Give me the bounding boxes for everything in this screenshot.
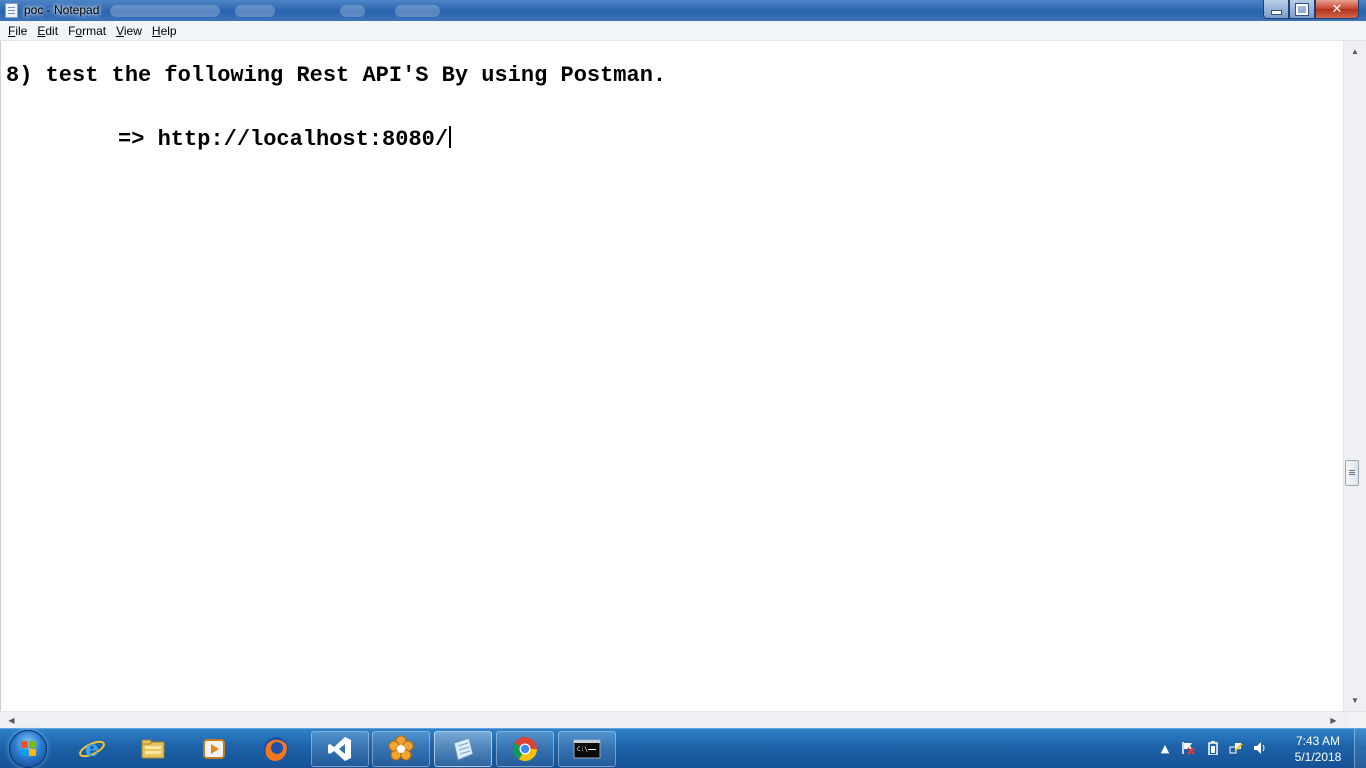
restore-button[interactable] <box>1289 0 1315 19</box>
scroll-down-arrow-icon[interactable]: ▼ <box>1344 692 1366 709</box>
taskbar-media-player[interactable] <box>185 731 243 767</box>
clock-time: 7:43 AM <box>1295 734 1341 748</box>
background-window-ghost <box>235 5 275 17</box>
taskbar: e C:\ ▲ 7:43 AM 5/1/2018 <box>0 728 1366 768</box>
taskbar-snipping-flower-app[interactable] <box>372 731 430 767</box>
background-window-ghost <box>340 5 365 17</box>
start-button[interactable] <box>9 730 47 768</box>
menu-format[interactable]: Format <box>63 22 111 40</box>
taskbar-visual-studio-code[interactable] <box>311 731 369 767</box>
menu-edit[interactable]: Edit <box>32 22 63 40</box>
notepad-icon[interactable] <box>5 3 18 18</box>
taskbar-command-prompt[interactable]: C:\ <box>558 731 616 767</box>
taskbar-internet-explorer[interactable]: e <box>63 731 121 767</box>
text-editor-area[interactable]: 8) test the following Rest API'S By usin… <box>0 41 1346 711</box>
text-caret <box>449 126 452 148</box>
command-prompt-icon: C:\ <box>573 739 601 759</box>
action-center-flag-icon[interactable] <box>1181 741 1195 755</box>
size-grip[interactable] <box>1349 712 1366 728</box>
scroll-right-arrow-icon[interactable]: ▶ <box>1325 712 1342 728</box>
firefox-icon <box>264 737 288 761</box>
menu-bar: File Edit Format View Help <box>0 21 1366 41</box>
volume-icon[interactable] <box>1253 741 1267 755</box>
taskbar-clock[interactable]: 7:43 AM 5/1/2018 <box>1288 733 1348 765</box>
taskbar-file-explorer[interactable] <box>124 731 182 767</box>
text-line: => http://localhost:8080/ <box>118 126 452 153</box>
snipping-flower-icon <box>388 735 414 761</box>
taskbar-chrome[interactable] <box>496 731 554 767</box>
file-explorer-icon <box>141 739 165 759</box>
show-hidden-icons-icon[interactable]: ▲ <box>1158 741 1172 755</box>
windows-logo-icon <box>21 741 37 757</box>
menu-file[interactable]: File <box>3 22 32 40</box>
window-controls: ✕ <box>1263 0 1359 19</box>
internet-explorer-icon: e <box>79 736 105 762</box>
show-desktop-button[interactable] <box>1354 729 1366 768</box>
text-line: 8) test the following Rest API'S By usin… <box>6 63 667 88</box>
taskbar-firefox[interactable] <box>247 731 305 767</box>
background-window-ghost <box>395 5 440 17</box>
chrome-icon <box>512 737 537 762</box>
menu-help[interactable]: Help <box>147 22 182 40</box>
network-icon[interactable] <box>1229 741 1243 755</box>
battery-icon[interactable] <box>1206 741 1220 755</box>
minimize-button[interactable] <box>1263 0 1289 19</box>
vertical-scrollbar[interactable]: ▲ ▼ <box>1343 41 1366 711</box>
menu-view[interactable]: View <box>111 22 147 40</box>
vertical-scroll-thumb[interactable] <box>1345 460 1359 486</box>
notepad-icon <box>453 737 474 761</box>
title-bar[interactable]: poc - Notepad ✕ <box>0 0 1366 21</box>
media-player-icon <box>203 739 225 759</box>
scroll-left-arrow-icon[interactable]: ◀ <box>3 712 20 728</box>
scroll-up-arrow-icon[interactable]: ▲ <box>1344 43 1366 60</box>
window-title: poc - Notepad <box>24 3 100 17</box>
taskbar-notepad[interactable] <box>434 731 492 767</box>
svg-text:e: e <box>85 736 99 762</box>
horizontal-scrollbar[interactable]: ◀ ▶ <box>0 711 1366 728</box>
clock-date: 5/1/2018 <box>1294 750 1342 764</box>
background-window-ghost <box>110 5 220 17</box>
close-button[interactable]: ✕ <box>1315 0 1359 19</box>
svg-text:C:\: C:\ <box>577 746 588 753</box>
visual-studio-code-icon <box>328 737 351 761</box>
system-tray: ▲ 7:43 AM 5/1/2018 <box>1155 729 1366 768</box>
